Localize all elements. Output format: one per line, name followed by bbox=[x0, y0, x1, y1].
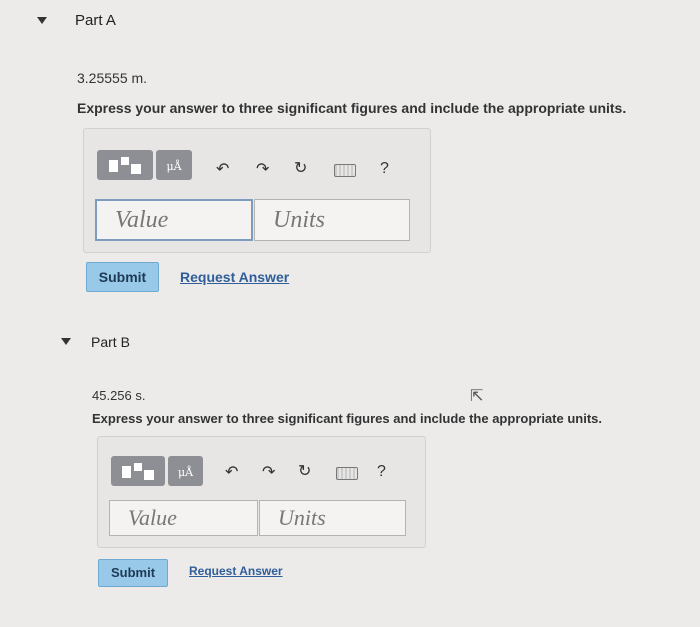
part-a-instruction: Express your answer to three significant… bbox=[77, 100, 627, 116]
reset-icon[interactable]: ↻ bbox=[298, 461, 311, 480]
part-a-title: Part A bbox=[75, 12, 116, 29]
help-icon[interactable]: ? bbox=[380, 160, 389, 178]
part-b-prompt: 45.256 s. bbox=[92, 388, 146, 403]
part-a-collapse-icon[interactable] bbox=[37, 17, 47, 24]
units-icon[interactable]: μÅ bbox=[168, 456, 203, 486]
part-b-request-answer-link[interactable]: Request Answer bbox=[189, 564, 283, 578]
part-b-instruction: Express your answer to three significant… bbox=[92, 411, 602, 426]
part-a-request-answer-link[interactable]: Request Answer bbox=[180, 269, 289, 285]
part-a-prompt: 3.25555 m. bbox=[77, 70, 148, 86]
part-b-collapse-icon[interactable] bbox=[61, 338, 71, 345]
part-a-submit-button[interactable]: Submit bbox=[86, 262, 159, 292]
templates-icon[interactable] bbox=[97, 150, 153, 180]
redo-icon[interactable]: ↷ bbox=[256, 159, 269, 178]
templates-icon[interactable] bbox=[111, 456, 165, 486]
keyboard-icon[interactable] bbox=[336, 467, 358, 480]
keyboard-icon[interactable] bbox=[334, 164, 356, 177]
part-b-value-field[interactable]: Value bbox=[109, 500, 258, 536]
part-a-tool-group: μÅ bbox=[97, 150, 192, 180]
part-b-submit-button[interactable]: Submit bbox=[98, 559, 168, 587]
undo-icon[interactable]: ↶ bbox=[225, 462, 238, 481]
help-icon[interactable]: ? bbox=[377, 463, 386, 481]
part-b-units-field[interactable]: Units bbox=[259, 500, 406, 536]
undo-icon[interactable]: ↶ bbox=[216, 159, 229, 178]
part-a-value-field[interactable]: Value bbox=[95, 199, 253, 241]
part-b-tool-group: μÅ bbox=[111, 456, 203, 486]
part-b-title: Part B bbox=[91, 334, 130, 350]
redo-icon[interactable]: ↷ bbox=[262, 462, 275, 481]
reset-icon[interactable]: ↻ bbox=[294, 158, 307, 177]
units-icon[interactable]: μÅ bbox=[156, 150, 192, 180]
part-a-units-field[interactable]: Units bbox=[254, 199, 410, 241]
mouse-pointer-icon: ⇱ bbox=[470, 388, 484, 405]
